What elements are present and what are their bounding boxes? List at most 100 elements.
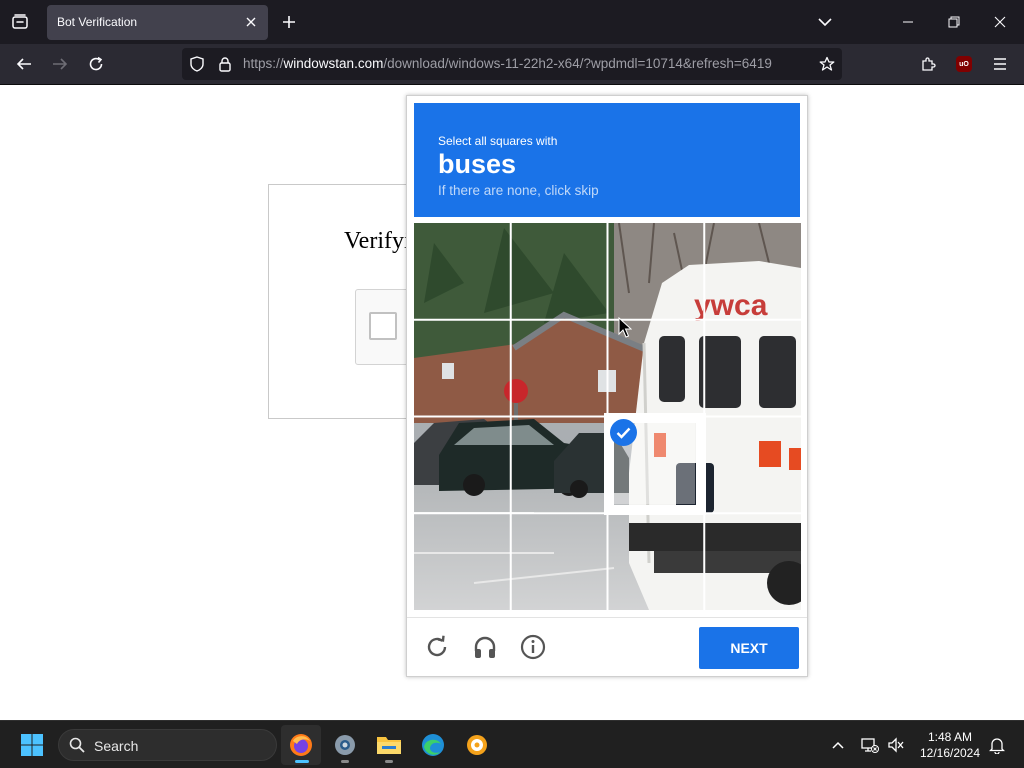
taskbar-file-explorer[interactable]	[369, 725, 409, 765]
tile-2[interactable]	[511, 223, 608, 320]
clock-time: 1:48 AM	[927, 730, 973, 744]
taskbar-edge[interactable]	[413, 725, 453, 765]
tile-selected-check-icon	[610, 419, 637, 446]
taskbar-settings[interactable]	[325, 725, 365, 765]
headphones-icon	[474, 636, 496, 658]
tile-6[interactable]	[511, 320, 608, 417]
tile-12[interactable]	[704, 417, 801, 514]
url-text[interactable]: https://windowstan.com/download/windows-…	[243, 56, 809, 71]
reload-button[interactable]	[82, 50, 110, 78]
windows-taskbar: Search 1:48 AM 12/16/2024	[0, 720, 1024, 768]
tile-5[interactable]	[414, 320, 511, 417]
tile-7[interactable]	[608, 320, 705, 417]
next-button[interactable]: NEXT	[699, 627, 799, 669]
challenge-instruction: Select all squares with	[438, 134, 558, 148]
network-disconnected-icon	[861, 738, 879, 753]
tab-bot-verification[interactable]: Bot Verification	[47, 5, 268, 40]
plus-icon	[283, 16, 295, 28]
puzzle-icon	[922, 57, 936, 71]
volume-muted-icon	[888, 737, 904, 753]
shield-icon[interactable]	[188, 55, 206, 73]
active-indicator	[295, 760, 309, 763]
ublock-origin-button[interactable]: uO	[952, 52, 976, 76]
show-hidden-icons-button[interactable]	[826, 733, 850, 757]
tab-title: Bot Verification	[57, 15, 138, 29]
challenge-target: buses	[438, 149, 517, 179]
reload-icon	[89, 56, 103, 71]
arrow-left-icon	[16, 58, 31, 70]
taskbar-media-app[interactable]	[457, 725, 497, 765]
browser-nav-bar: https://windowstan.com/download/windows-…	[0, 44, 1024, 85]
lock-icon[interactable]	[216, 55, 234, 73]
tile-15[interactable]	[608, 513, 705, 610]
new-tab-button[interactable]	[278, 11, 300, 33]
edge-icon	[422, 734, 444, 756]
challenge-footer: NEXT	[407, 617, 807, 677]
tile-9[interactable]	[414, 417, 511, 514]
new-challenge-button[interactable]	[422, 632, 452, 662]
back-button[interactable]	[10, 50, 38, 78]
notifications-button[interactable]	[985, 733, 1009, 757]
windows-logo-icon	[21, 734, 43, 756]
media-app-icon	[467, 735, 487, 755]
app-menu-button[interactable]	[988, 52, 1012, 76]
volume-button[interactable]	[884, 733, 908, 757]
firefox-icon	[290, 734, 312, 756]
tile-10[interactable]	[511, 417, 608, 514]
info-icon	[520, 634, 546, 660]
url-scheme: https://	[243, 56, 284, 71]
restore-icon	[948, 16, 960, 28]
challenge-image-grid: ywca	[414, 223, 801, 610]
file-explorer-icon	[377, 737, 401, 754]
chevron-up-icon	[832, 741, 844, 749]
close-icon	[246, 17, 256, 27]
clock-date: 12/16/2024	[919, 746, 981, 760]
recaptcha-checkbox[interactable]	[369, 312, 397, 340]
system-clock[interactable]: 1:48 AM 12/16/2024	[910, 729, 990, 761]
running-indicator	[341, 760, 349, 763]
list-all-tabs-button[interactable]	[814, 11, 836, 33]
tile-11-selected[interactable]	[608, 417, 705, 514]
address-bar[interactable]: https://windowstan.com/download/windows-…	[182, 48, 842, 80]
chevron-down-icon	[818, 18, 832, 27]
tile-1[interactable]	[414, 223, 511, 320]
audio-challenge-button[interactable]	[470, 632, 500, 662]
restore-button[interactable]	[931, 0, 977, 44]
recaptcha-challenge: Select all squares with buses If there a…	[406, 95, 808, 677]
search-placeholder: Search	[94, 738, 139, 754]
minimize-button[interactable]	[885, 0, 931, 44]
start-button[interactable]	[12, 725, 52, 765]
challenge-header: Select all squares with buses If there a…	[414, 103, 800, 217]
arrow-right-icon	[53, 58, 68, 70]
challenge-subtext: If there are none, click skip	[438, 183, 599, 198]
close-icon	[994, 16, 1006, 28]
tab-manager-button[interactable]	[8, 10, 32, 34]
tab-manager-icon	[12, 14, 28, 29]
verification-title: Verifyi	[344, 228, 411, 254]
browser-tab-bar: Bot Verification	[0, 0, 1024, 44]
url-path: /download/windows-11-22h2-x64/?wpdmdl=10…	[383, 56, 772, 71]
taskbar-search-box[interactable]: Search	[58, 729, 277, 761]
settings-icon	[335, 735, 355, 755]
bookmark-star-button[interactable]	[818, 55, 836, 73]
help-button[interactable]	[518, 632, 548, 662]
url-domain: windowstan.com	[283, 56, 384, 71]
tile-3[interactable]	[608, 223, 705, 320]
forward-button[interactable]	[46, 50, 74, 78]
tab-close-button[interactable]	[242, 13, 260, 31]
bell-icon	[989, 738, 1005, 754]
tile-14[interactable]	[511, 513, 608, 610]
minimize-icon	[903, 21, 913, 23]
hamburger-menu-icon	[994, 58, 1006, 70]
tile-13[interactable]	[414, 513, 511, 610]
tile-8[interactable]	[704, 320, 801, 417]
taskbar-firefox[interactable]	[281, 725, 321, 765]
search-icon	[69, 737, 85, 753]
star-icon	[819, 56, 835, 71]
tile-16[interactable]	[704, 513, 801, 610]
window-close-button[interactable]	[977, 0, 1023, 44]
network-status-button[interactable]	[858, 733, 882, 757]
ublock-origin-icon: uO	[956, 56, 972, 72]
tile-4[interactable]	[704, 223, 801, 320]
extensions-button[interactable]	[916, 52, 940, 76]
